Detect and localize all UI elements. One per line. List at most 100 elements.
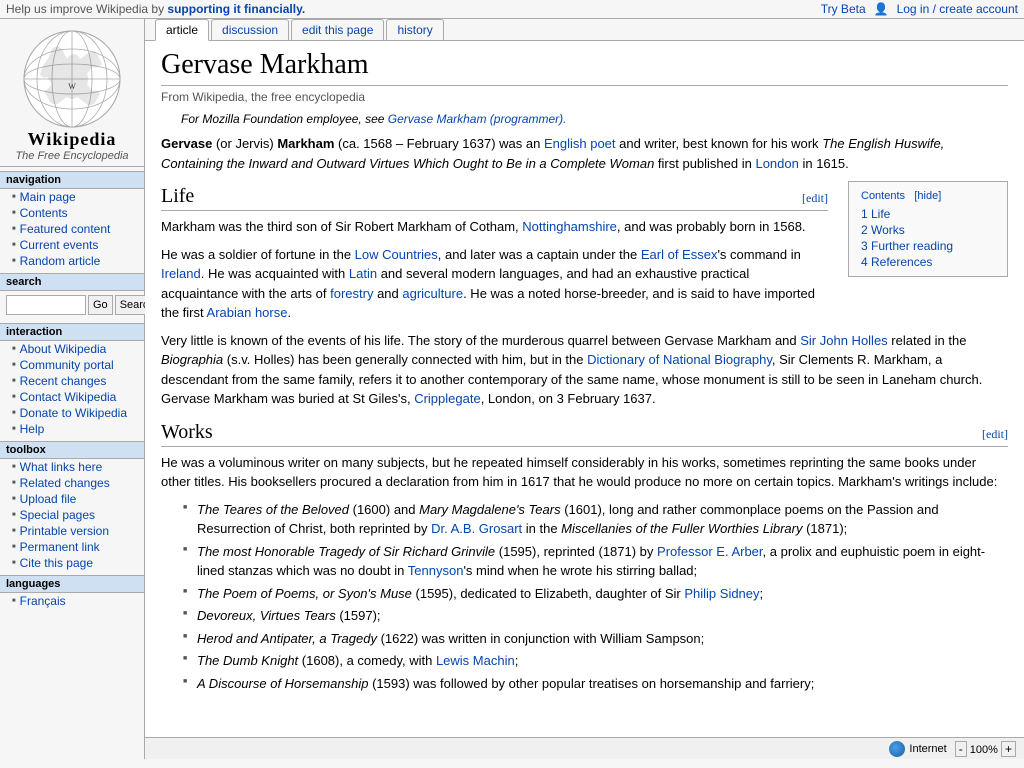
link-latin[interactable]: Latin xyxy=(349,266,377,281)
wikipedia-globe: W xyxy=(22,29,122,129)
try-beta-link[interactable]: Try Beta xyxy=(821,2,866,16)
logo-subtitle: The Free Encyclopedia xyxy=(4,150,140,162)
link-grosart[interactable]: Dr. A.B. Grosart xyxy=(431,521,522,536)
sidebar-item-uploadfile[interactable]: Upload file xyxy=(0,491,144,507)
works-section: Works [edit] He was a voluminous writer … xyxy=(161,421,1008,694)
languages-items: Français xyxy=(0,593,144,609)
nav-items: Main page Contents Featured content Curr… xyxy=(0,189,144,269)
sidebar-item-contact[interactable]: Contact Wikipedia xyxy=(0,389,144,405)
link-arber[interactable]: Professor E. Arber xyxy=(657,544,763,559)
works-edit-link[interactable]: [edit] xyxy=(982,427,1008,442)
sidebar-item-printable[interactable]: Printable version xyxy=(0,523,144,539)
nav-section-title: navigation xyxy=(0,171,144,189)
link-london[interactable]: London xyxy=(755,156,798,171)
article-intro: Gervase (or Jervis) Markham (ca. 1568 – … xyxy=(161,134,1008,173)
search-section: Go Search xyxy=(0,291,144,319)
help-text: Help us improve Wikipedia by xyxy=(6,2,164,16)
contents-title: Contents xyxy=(861,190,905,202)
contents-item-2[interactable]: 2 Works xyxy=(861,222,995,238)
main-wrapper: article discussion edit this page histor… xyxy=(145,19,1024,759)
sidebar-item-currentevents[interactable]: Current events xyxy=(0,237,144,253)
status-bar: Internet - 100% + xyxy=(145,737,1024,759)
works-section-header: Works [edit] xyxy=(161,421,1008,447)
link-holles[interactable]: Sir John Holles xyxy=(800,333,887,348)
sidebar-item-citethispage[interactable]: Cite this page xyxy=(0,555,144,571)
contents-item-4[interactable]: 4 References xyxy=(861,254,995,270)
list-item: The most Honorable Tragedy of Sir Richar… xyxy=(181,542,1008,581)
languages-section-title: languages xyxy=(0,575,144,593)
tab-discussion[interactable]: discussion xyxy=(211,19,289,40)
hatnote-text: For Mozilla Foundation employee, see xyxy=(181,112,384,126)
interaction-items: About Wikipedia Community portal Recent … xyxy=(0,341,144,437)
sidebar-item-permalink[interactable]: Permanent link xyxy=(0,539,144,555)
svg-text:W: W xyxy=(68,82,76,91)
sidebar-item-recentchanges[interactable]: Recent changes xyxy=(0,373,144,389)
search-box: Go Search xyxy=(6,295,138,315)
sidebar-item-specialpages[interactable]: Special pages xyxy=(0,507,144,523)
sidebar-item-contents[interactable]: Contents xyxy=(0,205,144,221)
link-machin[interactable]: Lewis Machin xyxy=(436,653,515,668)
sidebar-item-relatedchanges[interactable]: Related changes xyxy=(0,475,144,491)
zoom-out-button[interactable]: - xyxy=(955,741,967,757)
login-link[interactable]: Log in / create account xyxy=(897,2,1018,16)
link-essex[interactable]: Earl of Essex xyxy=(641,247,718,262)
help-link[interactable]: supporting it financially. xyxy=(167,2,305,16)
link-ireland[interactable]: Ireland xyxy=(161,266,201,281)
life-section-title: Life xyxy=(161,185,194,208)
sidebar-item-community[interactable]: Community portal xyxy=(0,357,144,373)
works-list: The Teares of the Beloved (1600) and Mar… xyxy=(181,500,1008,694)
zoom-controls: - 100% + xyxy=(955,741,1016,757)
hatnote: For Mozilla Foundation employee, see Ger… xyxy=(181,112,1008,126)
main-content: article discussion edit this page histor… xyxy=(145,19,1024,737)
list-item: The Dumb Knight (1608), a comedy, with L… xyxy=(181,651,1008,671)
internet-label: Internet xyxy=(909,743,946,755)
list-item: The Teares of the Beloved (1600) and Mar… xyxy=(181,500,1008,539)
link-arabian[interactable]: Arabian horse xyxy=(207,305,288,320)
tab-article[interactable]: article xyxy=(155,19,209,41)
sidebar-item-francais[interactable]: Français xyxy=(0,593,144,609)
sidebar-item-featured[interactable]: Featured content xyxy=(0,221,144,237)
life-edit-link[interactable]: [edit] xyxy=(802,191,828,206)
tab-history[interactable]: history xyxy=(386,19,443,40)
life-para-3: Very little is known of the events of hi… xyxy=(161,331,1008,409)
sidebar-item-about[interactable]: About Wikipedia xyxy=(0,341,144,357)
works-intro: He was a voluminous writer on many subje… xyxy=(161,453,1008,492)
link-nottinghamshire[interactable]: Nottinghamshire xyxy=(522,219,617,234)
link-tennyson[interactable]: Tennyson xyxy=(408,563,464,578)
contents-header: Contents [hide] xyxy=(861,188,995,202)
sidebar-item-donate[interactable]: Donate to Wikipedia xyxy=(0,405,144,421)
link-cripplegate[interactable]: Cripplegate xyxy=(414,391,481,406)
contents-item-3[interactable]: 3 Further reading xyxy=(861,238,995,254)
link-forestry[interactable]: forestry xyxy=(330,286,373,301)
hatnote-link[interactable]: Gervase Markham (programmer). xyxy=(388,112,567,126)
sidebar-item-random[interactable]: Random article xyxy=(0,253,144,269)
contents-item-1[interactable]: 1 Life xyxy=(861,206,995,222)
list-item: Devoreux, Virtues Tears (1597); xyxy=(181,606,1008,626)
article-body: Gervase Markham From Wikipedia, the free… xyxy=(145,41,1024,715)
contents-hide-btn[interactable]: [hide] xyxy=(914,190,941,202)
go-button[interactable]: Go xyxy=(88,295,113,315)
search-input[interactable] xyxy=(6,295,86,315)
article-intro-name: Gervase xyxy=(161,136,212,151)
toolbox-section-title: toolbox xyxy=(0,441,144,459)
link-agriculture[interactable]: agriculture xyxy=(402,286,463,301)
sidebar-item-whatlinks[interactable]: What links here xyxy=(0,459,144,475)
link-sidney[interactable]: Philip Sidney xyxy=(684,586,759,601)
link-dnb[interactable]: Dictionary of National Biography xyxy=(587,352,772,367)
sidebar-item-help[interactable]: Help xyxy=(0,421,144,437)
internet-status: Internet xyxy=(889,741,946,757)
link-english[interactable]: English poet xyxy=(544,136,616,151)
tab-edit[interactable]: edit this page xyxy=(291,19,384,40)
works-section-title: Works xyxy=(161,421,213,444)
zoom-in-button[interactable]: + xyxy=(1001,741,1016,757)
list-item: The Poem of Poems, or Syon's Muse (1595)… xyxy=(181,584,1008,604)
logo-title: Wikipedia xyxy=(4,129,140,150)
layout: W Wikipedia The Free Encyclopedia naviga… xyxy=(0,19,1024,759)
article-title: Gervase Markham xyxy=(161,49,1008,86)
article-source: From Wikipedia, the free encyclopedia xyxy=(161,90,1008,104)
link-lowcountries[interactable]: Low Countries xyxy=(355,247,438,262)
globe-icon xyxy=(889,741,905,757)
logo-area: W Wikipedia The Free Encyclopedia xyxy=(0,23,144,167)
sidebar-item-mainpage[interactable]: Main page xyxy=(0,189,144,205)
toolbox-items: What links here Related changes Upload f… xyxy=(0,459,144,571)
